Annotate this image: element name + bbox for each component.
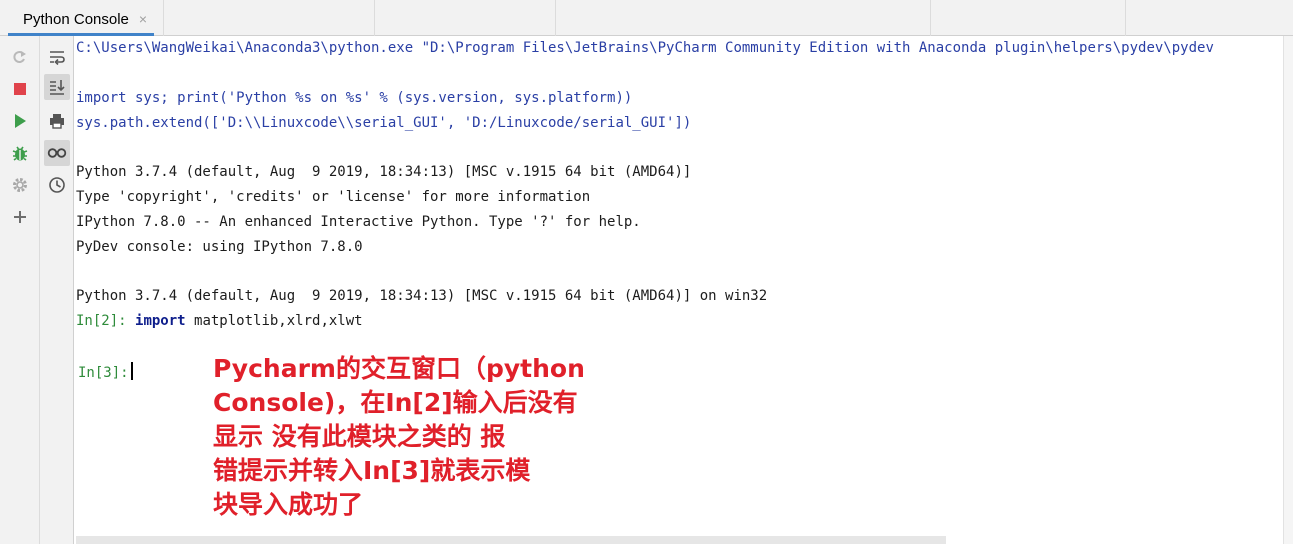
vertical-scrollbar[interactable]: [1283, 36, 1293, 544]
history-icon[interactable]: [44, 172, 70, 198]
console-import-line: import sys; print('Python %s on %s' % (s…: [76, 90, 633, 106]
show-variables-icon[interactable]: [44, 140, 70, 166]
console-toolbar-view: [40, 36, 74, 544]
annotation-line: 块导入成功了: [213, 490, 364, 519]
console-input-line[interactable]: In[3]:: [78, 362, 133, 381]
settings-icon[interactable]: [7, 172, 33, 198]
run-icon[interactable]: [7, 108, 33, 134]
text-caret: [130, 362, 133, 380]
debug-icon[interactable]: [7, 140, 33, 166]
console-path-line: sys.path.extend(['D:\\Linuxcode\\serial_…: [76, 115, 692, 131]
in2-keyword: import: [135, 313, 186, 329]
annotation-line: Pycharm的交互窗口（python: [213, 354, 585, 383]
annotation-line: 显示 没有此模块之类的 报: [213, 422, 506, 451]
in2-code: matplotlib,xlrd,xlwt: [185, 313, 363, 329]
add-icon[interactable]: [7, 204, 33, 230]
console-toolbar-actions: [0, 36, 40, 544]
tab-python-console[interactable]: Python Console ×: [8, 5, 154, 36]
console-command-line: C:\Users\WangWeikai\Anaconda3\python.exe…: [76, 40, 1214, 56]
console-in2-line: In[2]: import matplotlib,xlrd,xlwt: [76, 313, 363, 329]
tab-divider: [163, 0, 164, 36]
rerun-icon[interactable]: [7, 44, 33, 70]
annotation-line: 错提示并转入In[3]就表示模: [213, 456, 531, 485]
tab-divider: [1125, 0, 1126, 36]
annotation-line: Console)，在In[2]输入后没有: [213, 388, 578, 417]
stop-icon[interactable]: [7, 76, 33, 102]
console-python-version: Python 3.7.4 (default, Aug 9 2019, 18:34…: [76, 164, 692, 180]
tab-bar: Python Console ×: [0, 0, 1293, 36]
tab-divider: [930, 0, 931, 36]
annotation-text: Pycharm的交互窗口（python Console)，在In[2]输入后没有…: [213, 352, 633, 522]
console-pydev-info: PyDev console: using IPython 7.8.0: [76, 239, 363, 255]
tab-divider: [374, 0, 375, 36]
close-icon[interactable]: ×: [139, 11, 147, 27]
tab-divider: [555, 0, 556, 36]
horizontal-scrollbar[interactable]: [76, 536, 946, 544]
tab-title: Python Console: [23, 10, 129, 28]
in3-prompt: In[3]:: [78, 365, 129, 381]
scroll-to-end-icon[interactable]: [44, 74, 70, 100]
print-icon[interactable]: [44, 108, 70, 134]
console-ipython-info: IPython 7.8.0 -- An enhanced Interactive…: [76, 214, 641, 230]
console-python-version-win: Python 3.7.4 (default, Aug 9 2019, 18:34…: [76, 288, 768, 304]
console-type-info: Type 'copyright', 'credits' or 'license'…: [76, 189, 591, 205]
in2-prompt: In[2]:: [76, 313, 127, 329]
soft-wrap-icon[interactable]: [44, 44, 70, 70]
